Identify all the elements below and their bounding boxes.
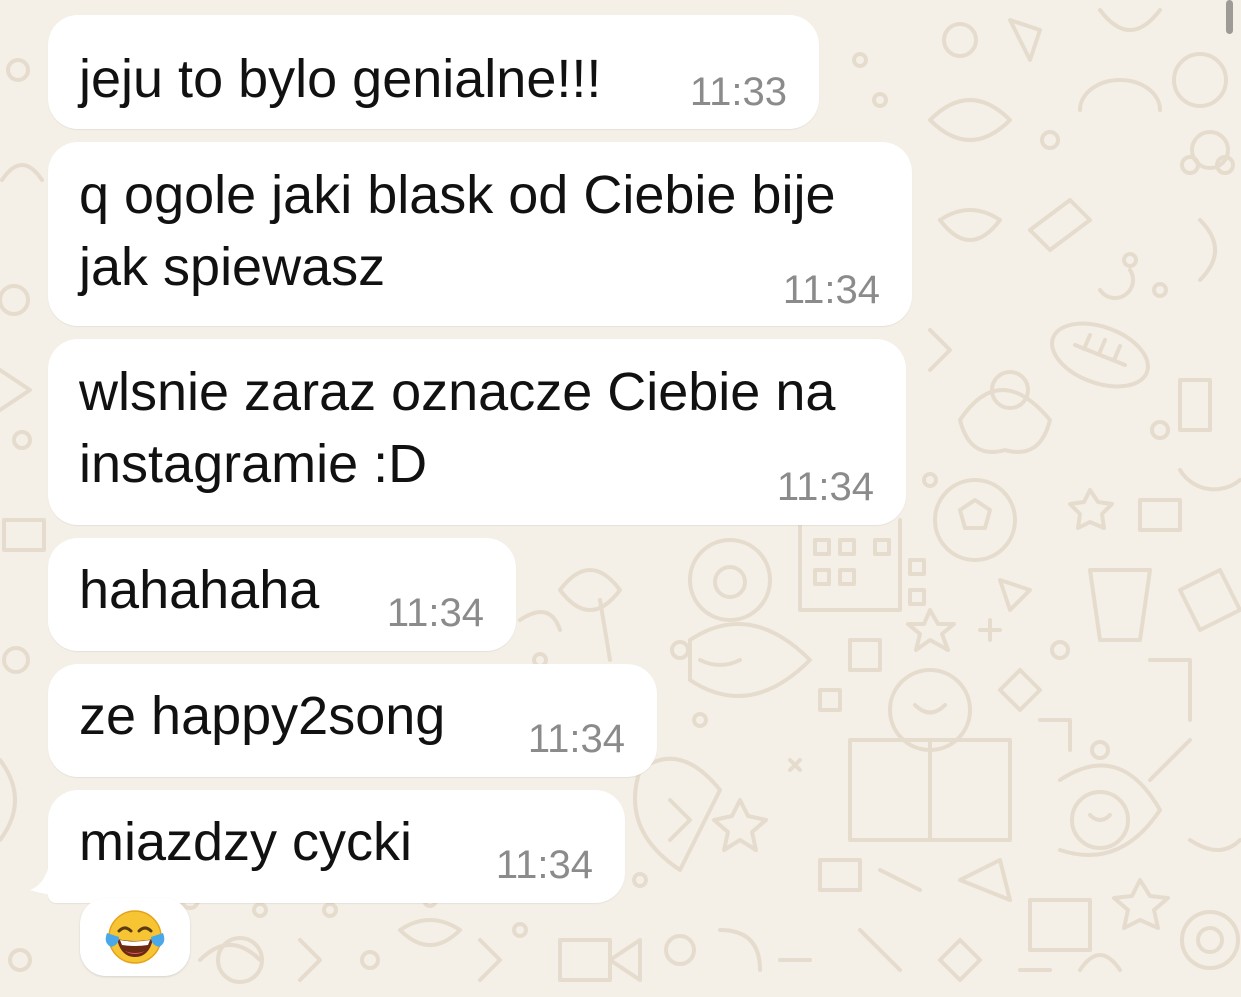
chat-thread: jeju to bylo genialne!!! 11:33 q ogole j… — [0, 0, 1241, 997]
reaction-badge[interactable] — [80, 898, 190, 976]
scrollbar-thumb[interactable] — [1226, 0, 1233, 34]
message-time: 11:34 — [495, 843, 593, 887]
message-bubble[interactable]: hahahaha 11:34 — [48, 538, 516, 651]
message-time: 11:34 — [776, 465, 874, 509]
message-text: hahahaha — [79, 560, 320, 620]
message-bubble[interactable]: miazdzy cycki 11:34 — [48, 790, 625, 903]
message-text: jeju to bylo genialne!!! — [79, 49, 602, 109]
message-time: 11:34 — [782, 268, 880, 312]
message-bubble[interactable]: ze happy2song 11:34 — [48, 664, 657, 777]
message-text: miazdzy cycki — [79, 812, 413, 872]
message-time: 11:34 — [527, 717, 625, 761]
message-text: instagramie :D — [79, 434, 428, 494]
face-with-tears-of-joy-icon — [105, 910, 165, 964]
message-text: wlsnie zaraz oznacze Ciebie na — [79, 362, 836, 422]
message-time: 11:33 — [689, 70, 787, 114]
message-text: q ogole jaki blask od Ciebie bije — [79, 165, 836, 225]
message-bubble[interactable]: jeju to bylo genialne!!! 11:33 — [48, 15, 819, 129]
message-text: ze happy2song — [79, 686, 446, 746]
message-text: jak spiewasz — [79, 237, 386, 297]
message-time: 11:34 — [386, 591, 484, 635]
message-bubble[interactable]: wlsnie zaraz oznacze Ciebie na instagram… — [48, 339, 906, 525]
message-bubble[interactable]: q ogole jaki blask od Ciebie bije jak sp… — [48, 142, 912, 326]
